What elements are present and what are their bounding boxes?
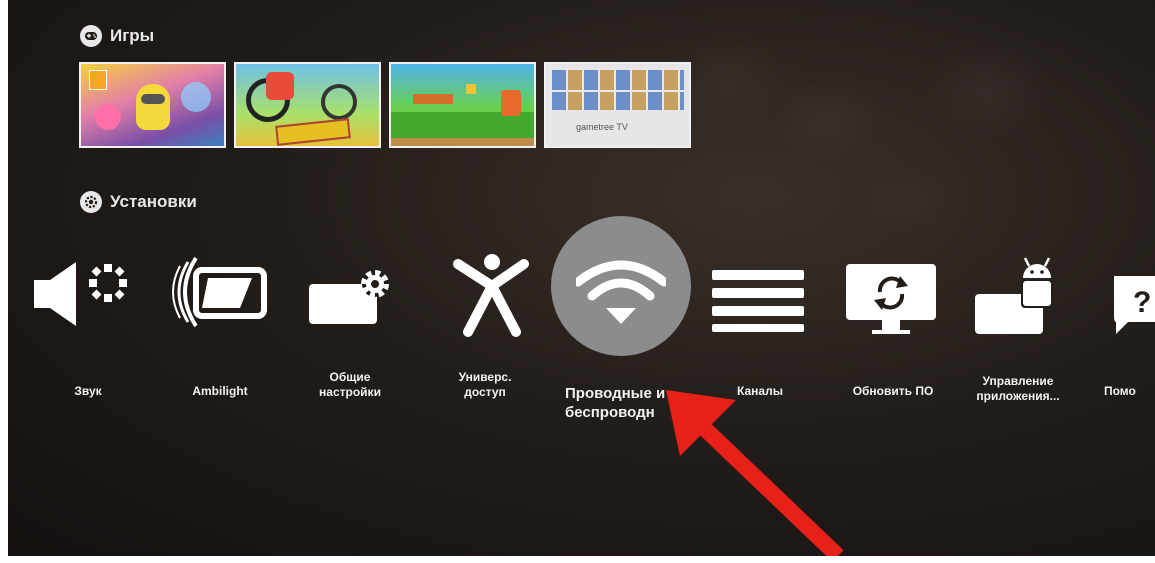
android-apps-icon xyxy=(975,257,1053,334)
gamepad-icon xyxy=(80,25,102,47)
games-row: gametree TV xyxy=(79,62,691,148)
wifi-icon xyxy=(573,260,669,324)
general-settings-icon xyxy=(309,270,389,324)
setting-update[interactable] xyxy=(844,262,944,342)
setting-help[interactable]: ? xyxy=(1108,270,1155,340)
game-tile[interactable] xyxy=(234,62,381,148)
games-section-header: Игры xyxy=(80,25,154,47)
game-tile[interactable] xyxy=(79,62,226,148)
ambilight-icon xyxy=(172,256,267,328)
update-software-icon xyxy=(846,264,936,334)
setting-channels[interactable] xyxy=(710,266,810,336)
gear-icon xyxy=(80,191,102,213)
games-section-title: Игры xyxy=(110,26,155,45)
game-tile[interactable]: gametree TV xyxy=(544,62,691,148)
setting-label-general: Общие настройки xyxy=(319,370,381,399)
setting-sound[interactable] xyxy=(28,250,138,340)
channels-icon xyxy=(712,270,804,332)
setting-accessibility[interactable] xyxy=(446,250,536,340)
red-arrow-annotation xyxy=(666,390,844,556)
settings-section-header: Установки xyxy=(80,191,197,213)
setting-apps[interactable] xyxy=(973,244,1083,340)
photo-border xyxy=(0,556,1155,563)
setting-label-ambilight: Ambilight xyxy=(192,384,248,398)
gametree-logo-text: gametree TV xyxy=(576,122,628,132)
tv-screen: Игры gametree TV Установки ? Звук Ambili… xyxy=(8,0,1155,556)
help-icon: ? xyxy=(1114,276,1155,334)
settings-section-title: Установки xyxy=(110,192,197,211)
game-tile[interactable] xyxy=(389,62,536,148)
accessibility-icon xyxy=(453,254,529,337)
setting-network[interactable] xyxy=(573,256,669,326)
setting-ambilight[interactable] xyxy=(166,250,276,340)
setting-general[interactable] xyxy=(303,250,413,340)
setting-label-apps: Управление приложения... xyxy=(976,374,1060,403)
setting-label-help: Помо xyxy=(1104,384,1136,398)
setting-label-accessibility: Универс. доступ xyxy=(458,370,512,399)
svg-text:?: ? xyxy=(1133,286,1151,319)
speaker-icon xyxy=(34,262,127,326)
setting-label-sound: Звук xyxy=(74,384,102,398)
